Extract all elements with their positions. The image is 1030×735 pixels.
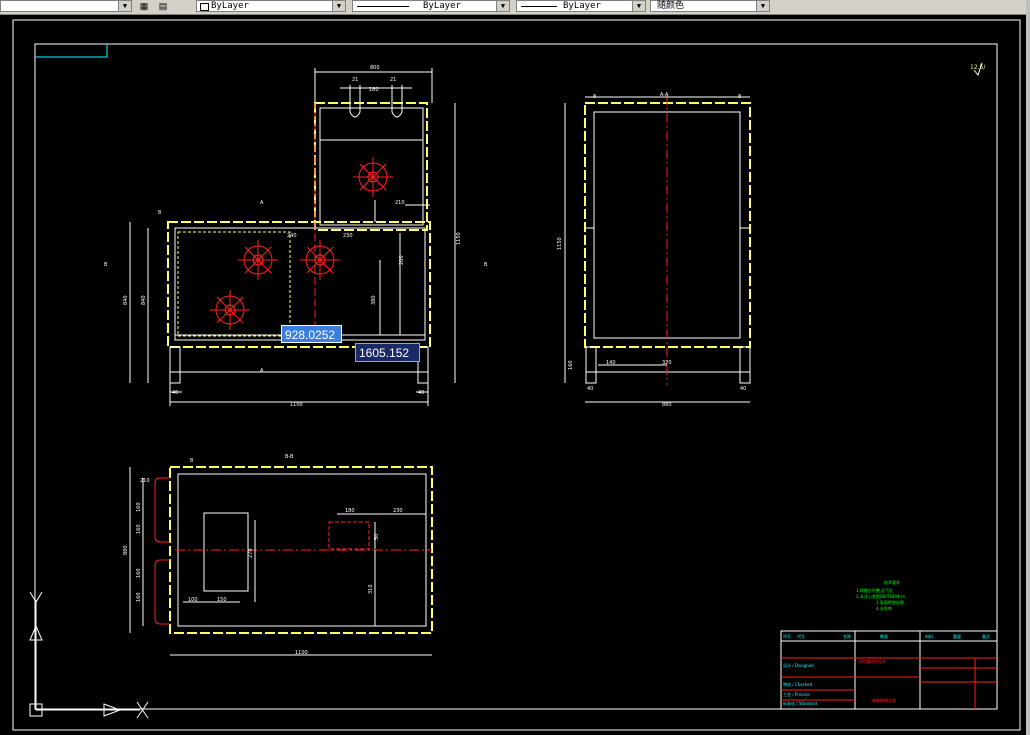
svg-text:箱体焊接总图: 箱体焊接总图 [872,697,896,703]
svg-text:设计 / Designed: 设计 / Designed [783,662,814,668]
upper-left-tab [35,44,108,58]
title-block: 序号 代号 名称 数量 材料 重量 备注 设计 / Designed 审核 / … [780,630,998,710]
svg-text:210: 210 [140,478,150,484]
svg-text:230: 230 [393,508,403,514]
svg-text:数量: 数量 [880,633,888,639]
svg-text:180: 180 [345,508,355,514]
svg-text:B: B [104,262,108,268]
svg-text:160: 160 [568,360,574,370]
svg-text:380: 380 [371,295,377,305]
svg-text:A-A: A-A [660,92,669,98]
svg-text:材料: 材料 [925,633,933,639]
plan-view-b-b: B-B 210 160 160 160 160 880 100 150 270 … [123,454,433,656]
svg-text:3.表面喷塑处理: 3.表面喷塑处理 [876,599,904,605]
svg-text:200: 200 [399,255,405,265]
vertical-scrollbar[interactable] [1026,0,1030,735]
svg-text:名称: 名称 [843,633,851,639]
front-view: 800 21 180 21 1150 200 380 840 840 1100 … [104,65,488,408]
dynamic-input-length-field[interactable]: 928.0252 [281,325,342,343]
svg-text:21: 21 [390,77,396,83]
svg-text:8: 8 [158,210,161,216]
svg-text:40: 40 [740,386,746,392]
svg-text:1150: 1150 [456,232,462,245]
svg-text:140: 140 [606,360,616,366]
svg-text:1100: 1100 [290,402,303,408]
svg-text:代号: 代号 [797,633,805,639]
svg-text:1100: 1100 [295,650,308,656]
roughness-mark: 12.5/ [970,64,986,71]
svg-text:试验箱结构设计: 试验箱结构设计 [858,658,886,664]
svg-text:160: 160 [136,592,142,602]
svg-text:B-B: B-B [285,454,294,460]
svg-text:210: 210 [395,200,405,206]
cad-drawing[interactable]: 12.5/ 800 21 180 21 1150 200 380 840 840… [0,0,1030,735]
technical-notes: 技术要求 1.焊缝应平整,无气孔 2.未注公差按GB/T1804-m 3.表面喷… [856,579,905,611]
svg-text:160: 160 [136,568,142,578]
svg-text:40: 40 [172,390,178,396]
svg-text:A: A [260,200,264,206]
svg-text:880: 880 [662,402,672,408]
svg-text:技术要求: 技术要求 [884,579,900,585]
svg-text:100: 100 [188,597,198,603]
svg-text:备注: 备注 [982,633,990,639]
svg-text:270: 270 [248,548,254,558]
svg-text:40: 40 [587,386,593,392]
svg-text:8: 8 [738,94,741,100]
svg-text:840: 840 [141,295,147,305]
svg-text:320: 320 [662,360,672,366]
sheet-inner-border [34,43,998,710]
svg-text:160: 160 [136,502,142,512]
svg-text:240: 240 [287,233,297,239]
svg-text:840: 840 [123,295,129,305]
svg-text:150: 150 [217,597,227,603]
svg-text:8: 8 [190,458,193,464]
side-view-a-a: A-A 8 8 1150 160 140 320 40 40 880 [557,92,751,408]
svg-text:160: 160 [136,524,142,534]
svg-text:A: A [260,368,264,374]
svg-text:1.焊缝应平整,无气孔: 1.焊缝应平整,无气孔 [856,587,893,593]
svg-text:标准化 / Standard: 标准化 / Standard [783,700,818,706]
svg-text:50: 50 [374,534,380,540]
svg-text:审核 / Checked: 审核 / Checked [783,681,813,687]
svg-text:1150: 1150 [557,237,563,250]
svg-text:230: 230 [343,233,353,239]
svg-text:310: 310 [368,584,374,594]
svg-text:880: 880 [123,545,129,555]
svg-text:工艺 / Process: 工艺 / Process [783,692,810,697]
svg-text:重量: 重量 [953,633,961,639]
svg-text:800: 800 [370,65,380,71]
svg-text:B: B [484,262,488,268]
svg-text:21: 21 [352,77,358,83]
svg-text:180: 180 [369,87,379,93]
svg-text:4.去毛刺: 4.去毛刺 [876,605,892,611]
dynamic-input-angle-field[interactable]: 1605.152 [355,343,420,362]
svg-text:2.未注公差按GB/T1804-m: 2.未注公差按GB/T1804-m [856,593,905,599]
svg-text:8: 8 [593,94,596,100]
svg-text:序号: 序号 [783,633,791,639]
svg-text:40: 40 [418,390,424,396]
